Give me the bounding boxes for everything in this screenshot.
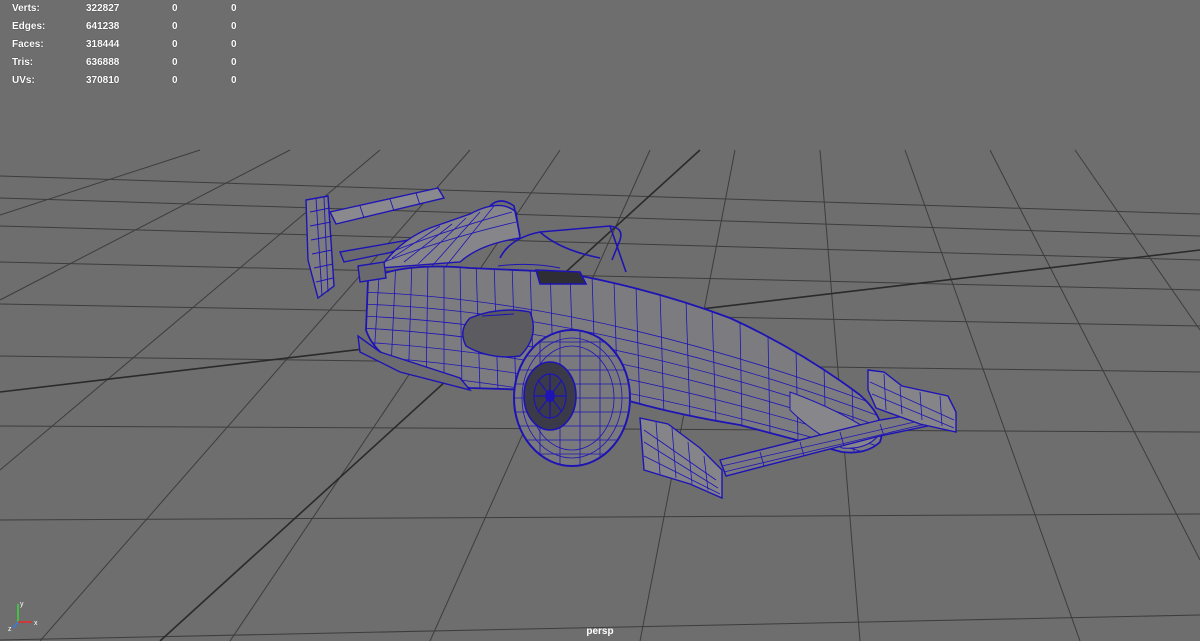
hud-component: 0: [231, 21, 237, 32]
front-wheel: [513, 329, 631, 467]
race-car-wireframe[interactable]: [0, 0, 1200, 641]
poly-count-hud: Verts: 322827 0 0 Edges: 641238 0 0 Face…: [0, 0, 260, 90]
hud-selected: 0: [172, 75, 178, 86]
hud-selected: 0: [172, 57, 178, 68]
hud-component: 0: [231, 3, 237, 14]
hud-row-edges: Edges: 641238 0 0: [0, 18, 260, 36]
hud-total: 636888: [86, 57, 120, 68]
hud-total: 322827: [86, 3, 120, 14]
hud-selected: 0: [172, 21, 178, 32]
hud-label: Tris:: [12, 57, 34, 68]
hud-row-uvs: UVs: 370810 0 0: [0, 72, 260, 90]
hud-label: Faces:: [12, 39, 44, 50]
hud-component: 0: [231, 75, 237, 86]
hud-component: 0: [231, 39, 237, 50]
perspective-viewport[interactable]: Verts: 322827 0 0 Edges: 641238 0 0 Face…: [0, 0, 1200, 641]
axis-y-label: y: [20, 601, 24, 608]
hud-selected: 0: [172, 39, 178, 50]
hud-label: Edges:: [12, 21, 46, 32]
hud-selected: 0: [172, 3, 178, 14]
hud-total: 318444: [86, 39, 120, 50]
hud-component: 0: [231, 57, 237, 68]
hud-total: 370810: [86, 75, 120, 86]
hud-total: 641238: [86, 21, 120, 32]
hud-row-verts: Verts: 322827 0 0: [0, 0, 260, 18]
hud-label: Verts:: [12, 3, 40, 14]
hud-label: UVs:: [12, 75, 35, 86]
camera-name-label: persp: [586, 626, 614, 637]
hud-row-faces: Faces: 318444 0 0: [0, 36, 260, 54]
hud-row-tris: Tris: 636888 0 0: [0, 54, 260, 72]
